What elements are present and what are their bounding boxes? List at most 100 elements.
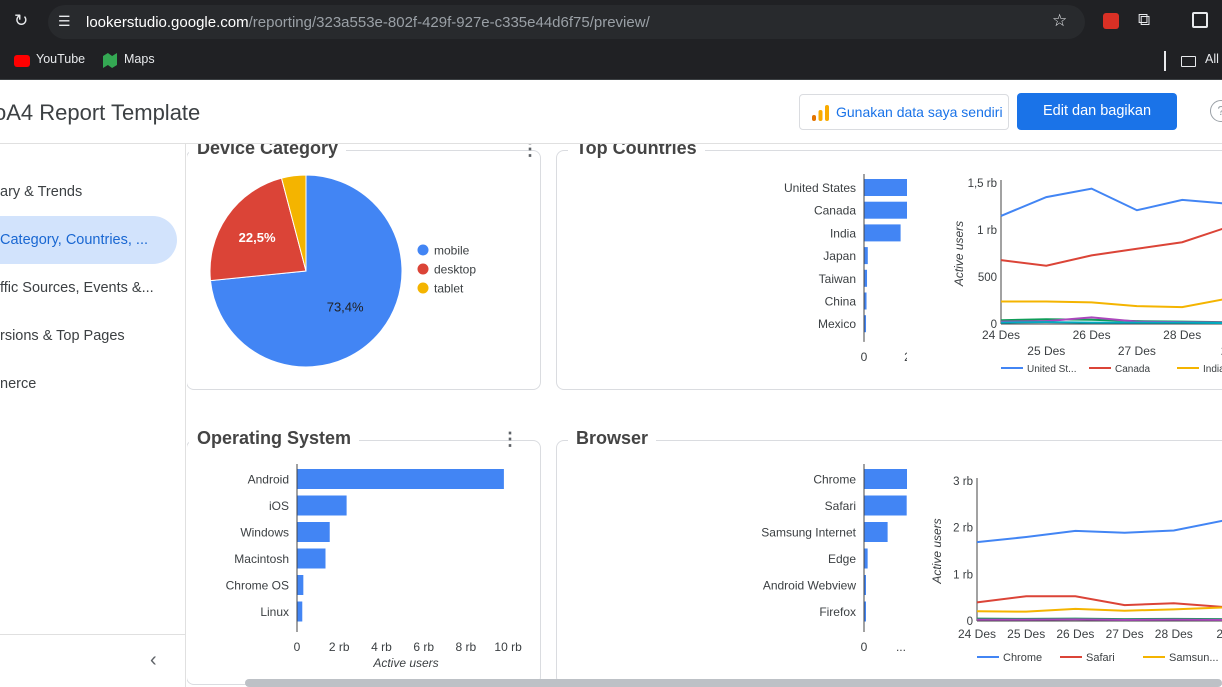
y-axis-title: Active users [952, 221, 966, 287]
y-tick-label: 3 rb [953, 476, 973, 488]
x-tick-label: 2 rb [904, 350, 907, 364]
y-tick-label: 1 rb [953, 569, 973, 581]
x-tick-label: ... [896, 640, 906, 654]
category-label-japan: Japan [823, 249, 856, 263]
nav-item-ecommerce[interactable]: nerce [0, 360, 177, 408]
x-tick-label: 26 Des [1056, 627, 1094, 641]
x-tick-label: 25 Des [1027, 344, 1065, 358]
help-icon[interactable]: ? [1210, 100, 1222, 122]
site-info-icon[interactable]: ☰ [58, 12, 71, 30]
bookmarks-bar: YouTube Maps All [0, 44, 1222, 80]
x-tick-label: 4 rb [371, 640, 392, 654]
nav-item-conversions[interactable]: rsions & Top Pages [0, 312, 177, 360]
device-category-title: Device Category [189, 144, 347, 159]
x-tick-label: 6 rb [413, 640, 434, 654]
category-label-edge: Edge [828, 552, 856, 566]
operating-system-title: Operating System [189, 428, 360, 449]
category-label-safari: Safari [825, 499, 856, 513]
horizontal-scrollbar[interactable] [245, 679, 1222, 687]
bookmark-star-icon[interactable]: ☆ [1052, 12, 1067, 30]
legend-label-safari: Safari [1086, 652, 1115, 664]
category-label-linux: Linux [260, 605, 289, 619]
use-own-data-label: Gunakan data saya sendiri [836, 104, 1003, 120]
reload-icon[interactable]: ↻ [14, 12, 28, 30]
more-options-icon[interactable]: ⋮ [521, 144, 539, 158]
category-label-united-states: United States [784, 181, 856, 195]
x-tick-label: 0 [861, 640, 868, 654]
browser-toolbar: ↻ ☰ lookerstudio.google.com/reporting/32… [0, 0, 1222, 44]
legend-label-tablet: tablet [434, 282, 464, 296]
browser-bar-chart: Chrome Safari Samsung Internet Edge Android … [761, 464, 907, 654]
top-countries-title: Top Countries [568, 144, 705, 159]
bar-macintosh [297, 548, 326, 569]
x-tick-label: 2 rb [329, 640, 350, 654]
bookmark-all[interactable]: All [1205, 52, 1219, 66]
legend-swatch-desktop [417, 263, 429, 275]
series-line-series-5 [1000, 321, 1222, 325]
nav-item-traffic-sources[interactable]: ffic Sources, Events &... [0, 264, 177, 312]
category-label-windows: Windows [240, 526, 289, 540]
pie-slice-label: 22,5% [239, 230, 276, 245]
series-line-safari [976, 595, 1222, 608]
x-tick-label: 0 [294, 640, 301, 654]
x-tick-label: 24 Des [958, 627, 996, 641]
legend-label-canada: Canada [1115, 364, 1150, 375]
collapse-sidebar-icon[interactable]: ‹ [150, 649, 157, 672]
y-tick-label: 500 [978, 272, 997, 284]
x-tick-label: 27 Des [1118, 344, 1156, 358]
y-tick-label: 2 rb [953, 523, 973, 535]
nav-item-device-category[interactable]: Category, Countries, ... [0, 216, 177, 264]
legend-label-samsun: Samsun... [1169, 652, 1219, 664]
extensions-puzzle-icon[interactable]: ⧉ [1138, 11, 1150, 29]
bar-windows [297, 522, 330, 542]
bar-united-states [864, 179, 907, 196]
analytics-icon [812, 105, 829, 121]
x-tick-label: 26 Des [1073, 328, 1111, 342]
category-label-chrome-os: Chrome OS [226, 579, 289, 593]
series-line-chrome [976, 519, 1222, 544]
extension-red-icon[interactable] [1103, 13, 1119, 29]
category-label-android: Android [248, 473, 289, 487]
category-label-macintosh: Macintosh [234, 552, 289, 566]
series-line-united-st [1000, 187, 1222, 217]
top-countries-line-chart: 05001 rb1,5 rbActive users24 Des 26 Des 28… [952, 178, 1222, 375]
category-label-android-webview: Android Webview [763, 579, 856, 593]
category-label-india: India [830, 226, 856, 240]
report-canvas: Device Category ⋮ 73,4% 22,5% mobile deskto… [187, 144, 1222, 687]
top-countries-bar-chart: United States Canada India Japan Taiwan China… [784, 174, 907, 364]
url-text[interactable]: lookerstudio.google.com/reporting/323a55… [86, 14, 650, 31]
side-panel-icon[interactable] [1192, 12, 1208, 28]
browser-line-chart: 01 rb2 rb3 rbActive users24 Des 25 Des 26 … [930, 476, 1222, 664]
legend-swatch-tablet [417, 282, 429, 294]
x-tick-label: 10 rb [494, 640, 522, 654]
use-own-data-button[interactable]: Gunakan data saya sendiri [799, 94, 1009, 130]
x-tick-label: 29 [1216, 627, 1222, 641]
bar-japan [864, 247, 868, 265]
edit-share-button[interactable]: Edit dan bagikan [1017, 93, 1177, 130]
legend-label-mobile: mobile [434, 244, 470, 258]
bar-safari [864, 495, 907, 516]
category-label-taiwan: Taiwan [819, 272, 856, 286]
report-title: oA4 Report Template [0, 100, 201, 125]
x-tick-label: 0 [861, 350, 868, 364]
x-tick-label: 28 Des [1163, 328, 1201, 342]
bar-india [864, 224, 901, 242]
category-label-canada: Canada [814, 204, 856, 218]
bookmark-youtube[interactable]: YouTube [36, 52, 85, 66]
bar-chrome-os [297, 575, 304, 595]
legend-label-desktop: desktop [434, 263, 476, 277]
category-label-mexico: Mexico [818, 317, 856, 331]
bar-samsung-internet [864, 522, 888, 542]
nav-item-summary-trends[interactable]: ary & Trends [0, 168, 177, 216]
legend-label-india: India [1203, 364, 1222, 375]
youtube-icon [14, 55, 30, 67]
bookmark-maps[interactable]: Maps [124, 52, 155, 66]
sidebar-divider [0, 634, 186, 635]
maps-icon [103, 53, 117, 68]
category-label-firefox: Firefox [819, 605, 856, 619]
category-label-ios: iOS [269, 499, 289, 513]
category-label-samsung-internet: Samsung Internet [761, 526, 856, 540]
more-options-icon[interactable]: ⋮ [501, 430, 519, 448]
y-axis-title: Active users [930, 518, 944, 584]
url-host: lookerstudio.google.com [86, 14, 249, 31]
